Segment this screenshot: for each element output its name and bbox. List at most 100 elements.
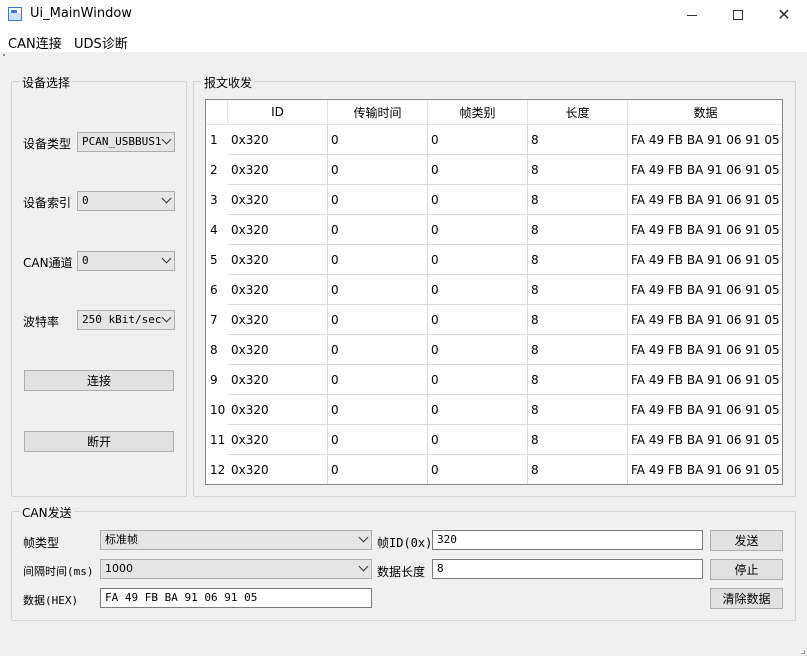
interval-select[interactable]: 1000 <box>100 559 372 579</box>
table-row[interactable]: 3 0x320 0 0 8 FA 49 FB BA 91 06 91 05 <box>206 185 782 215</box>
cell-data[interactable]: FA 49 FB BA 91 06 91 05 <box>628 275 782 305</box>
menu-can-connect[interactable]: CAN连接 <box>8 33 62 52</box>
column-header-length[interactable]: 长度 <box>528 100 628 125</box>
cell-id[interactable]: 0x320 <box>228 335 328 365</box>
row-header[interactable]: 4 <box>206 215 228 245</box>
device-index-select[interactable]: 0 <box>77 191 175 211</box>
frame-type-select[interactable]: 标准帧 <box>100 530 372 550</box>
cell-data[interactable]: FA 49 FB BA 91 06 91 05 <box>628 155 782 185</box>
cell-data[interactable]: FA 49 FB BA 91 06 91 05 <box>628 185 782 215</box>
cell-data[interactable]: FA 49 FB BA 91 06 91 05 <box>628 335 782 365</box>
cell-frame-type[interactable]: 0 <box>428 365 528 395</box>
maximize-button[interactable] <box>715 0 761 30</box>
clear-data-button[interactable]: 清除数据 <box>710 588 783 609</box>
cell-id[interactable]: 0x320 <box>228 125 328 155</box>
cell-length[interactable]: 8 <box>528 215 628 245</box>
cell-length[interactable]: 8 <box>528 335 628 365</box>
column-header-frame-type[interactable]: 帧类别 <box>428 100 528 125</box>
cell-frame-type[interactable]: 0 <box>428 335 528 365</box>
cell-frame-type[interactable]: 0 <box>428 185 528 215</box>
cell-time[interactable]: 0 <box>328 305 428 335</box>
table-row[interactable]: 6 0x320 0 0 8 FA 49 FB BA 91 06 91 05 <box>206 275 782 305</box>
cell-time[interactable]: 0 <box>328 125 428 155</box>
cell-length[interactable]: 8 <box>528 125 628 155</box>
cell-id[interactable]: 0x320 <box>228 395 328 425</box>
cell-length[interactable]: 8 <box>528 305 628 335</box>
cell-time[interactable]: 0 <box>328 215 428 245</box>
device-type-select[interactable]: PCAN_USBBUS1 <box>77 132 175 152</box>
cell-frame-type[interactable]: 0 <box>428 425 528 455</box>
cell-length[interactable]: 8 <box>528 425 628 455</box>
table-row[interactable]: 1 0x320 0 0 8 FA 49 FB BA 91 06 91 05 <box>206 125 782 155</box>
frame-id-input[interactable]: 320 <box>432 530 703 550</box>
table-row[interactable]: 11 0x320 0 0 8 FA 49 FB BA 91 06 91 05 <box>206 425 782 455</box>
table-row[interactable]: 10 0x320 0 0 8 FA 49 FB BA 91 06 91 05 <box>206 395 782 425</box>
row-header[interactable]: 10 <box>206 395 228 425</box>
table-row[interactable]: 2 0x320 0 0 8 FA 49 FB BA 91 06 91 05 <box>206 155 782 185</box>
cell-id[interactable]: 0x320 <box>228 455 328 484</box>
row-header[interactable]: 3 <box>206 185 228 215</box>
data-length-input[interactable]: 8 <box>432 559 703 579</box>
row-header[interactable]: 8 <box>206 335 228 365</box>
cell-data[interactable]: FA 49 FB BA 91 06 91 05 <box>628 215 782 245</box>
cell-length[interactable]: 8 <box>528 455 628 484</box>
cell-time[interactable]: 0 <box>328 425 428 455</box>
cell-frame-type[interactable]: 0 <box>428 275 528 305</box>
cell-time[interactable]: 0 <box>328 335 428 365</box>
cell-frame-type[interactable]: 0 <box>428 395 528 425</box>
can-channel-select[interactable]: 0 <box>77 251 175 271</box>
cell-length[interactable]: 8 <box>528 155 628 185</box>
close-button[interactable]: ✕ <box>761 0 807 30</box>
row-header[interactable]: 11 <box>206 425 228 455</box>
cell-frame-type[interactable]: 0 <box>428 125 528 155</box>
table-row[interactable]: 7 0x320 0 0 8 FA 49 FB BA 91 06 91 05 <box>206 305 782 335</box>
cell-data[interactable]: FA 49 FB BA 91 06 91 05 <box>628 125 782 155</box>
cell-time[interactable]: 0 <box>328 365 428 395</box>
cell-id[interactable]: 0x320 <box>228 365 328 395</box>
cell-data[interactable]: FA 49 FB BA 91 06 91 05 <box>628 365 782 395</box>
data-hex-input[interactable]: FA 49 FB BA 91 06 91 05 <box>100 588 372 608</box>
cell-length[interactable]: 8 <box>528 275 628 305</box>
row-header[interactable]: 1 <box>206 125 228 155</box>
menu-uds-diagnostics[interactable]: UDS诊断 <box>74 33 128 52</box>
cell-time[interactable]: 0 <box>328 185 428 215</box>
cell-id[interactable]: 0x320 <box>228 185 328 215</box>
table-row[interactable]: 9 0x320 0 0 8 FA 49 FB BA 91 06 91 05 <box>206 365 782 395</box>
table-corner[interactable] <box>206 100 228 125</box>
send-button[interactable]: 发送 <box>710 530 783 551</box>
column-header-time[interactable]: 传输时间 <box>328 100 428 125</box>
stop-button[interactable]: 停止 <box>710 559 783 580</box>
cell-data[interactable]: FA 49 FB BA 91 06 91 05 <box>628 245 782 275</box>
cell-id[interactable]: 0x320 <box>228 215 328 245</box>
cell-length[interactable]: 8 <box>528 395 628 425</box>
cell-time[interactable]: 0 <box>328 395 428 425</box>
table-row[interactable]: 5 0x320 0 0 8 FA 49 FB BA 91 06 91 05 <box>206 245 782 275</box>
cell-data[interactable]: FA 49 FB BA 91 06 91 05 <box>628 455 782 484</box>
cell-frame-type[interactable]: 0 <box>428 155 528 185</box>
cell-frame-type[interactable]: 0 <box>428 305 528 335</box>
row-header[interactable]: 2 <box>206 155 228 185</box>
row-header[interactable]: 6 <box>206 275 228 305</box>
minimize-button[interactable] <box>669 0 715 30</box>
cell-data[interactable]: FA 49 FB BA 91 06 91 05 <box>628 305 782 335</box>
row-header[interactable]: 7 <box>206 305 228 335</box>
cell-id[interactable]: 0x320 <box>228 155 328 185</box>
resize-grip-icon[interactable] <box>801 650 805 654</box>
cell-length[interactable]: 8 <box>528 245 628 275</box>
cell-time[interactable]: 0 <box>328 455 428 484</box>
cell-frame-type[interactable]: 0 <box>428 455 528 484</box>
cell-frame-type[interactable]: 0 <box>428 245 528 275</box>
cell-id[interactable]: 0x320 <box>228 305 328 335</box>
cell-frame-type[interactable]: 0 <box>428 215 528 245</box>
row-header[interactable]: 5 <box>206 245 228 275</box>
column-header-data[interactable]: 数据 <box>628 100 782 125</box>
table-row[interactable]: 12 0x320 0 0 8 FA 49 FB BA 91 06 91 05 <box>206 455 782 484</box>
cell-length[interactable]: 8 <box>528 185 628 215</box>
cell-id[interactable]: 0x320 <box>228 275 328 305</box>
column-header-id[interactable]: ID <box>228 100 328 125</box>
cell-id[interactable]: 0x320 <box>228 245 328 275</box>
cell-length[interactable]: 8 <box>528 365 628 395</box>
table-row[interactable]: 4 0x320 0 0 8 FA 49 FB BA 91 06 91 05 <box>206 215 782 245</box>
table-row[interactable]: 8 0x320 0 0 8 FA 49 FB BA 91 06 91 05 <box>206 335 782 365</box>
cell-id[interactable]: 0x320 <box>228 425 328 455</box>
